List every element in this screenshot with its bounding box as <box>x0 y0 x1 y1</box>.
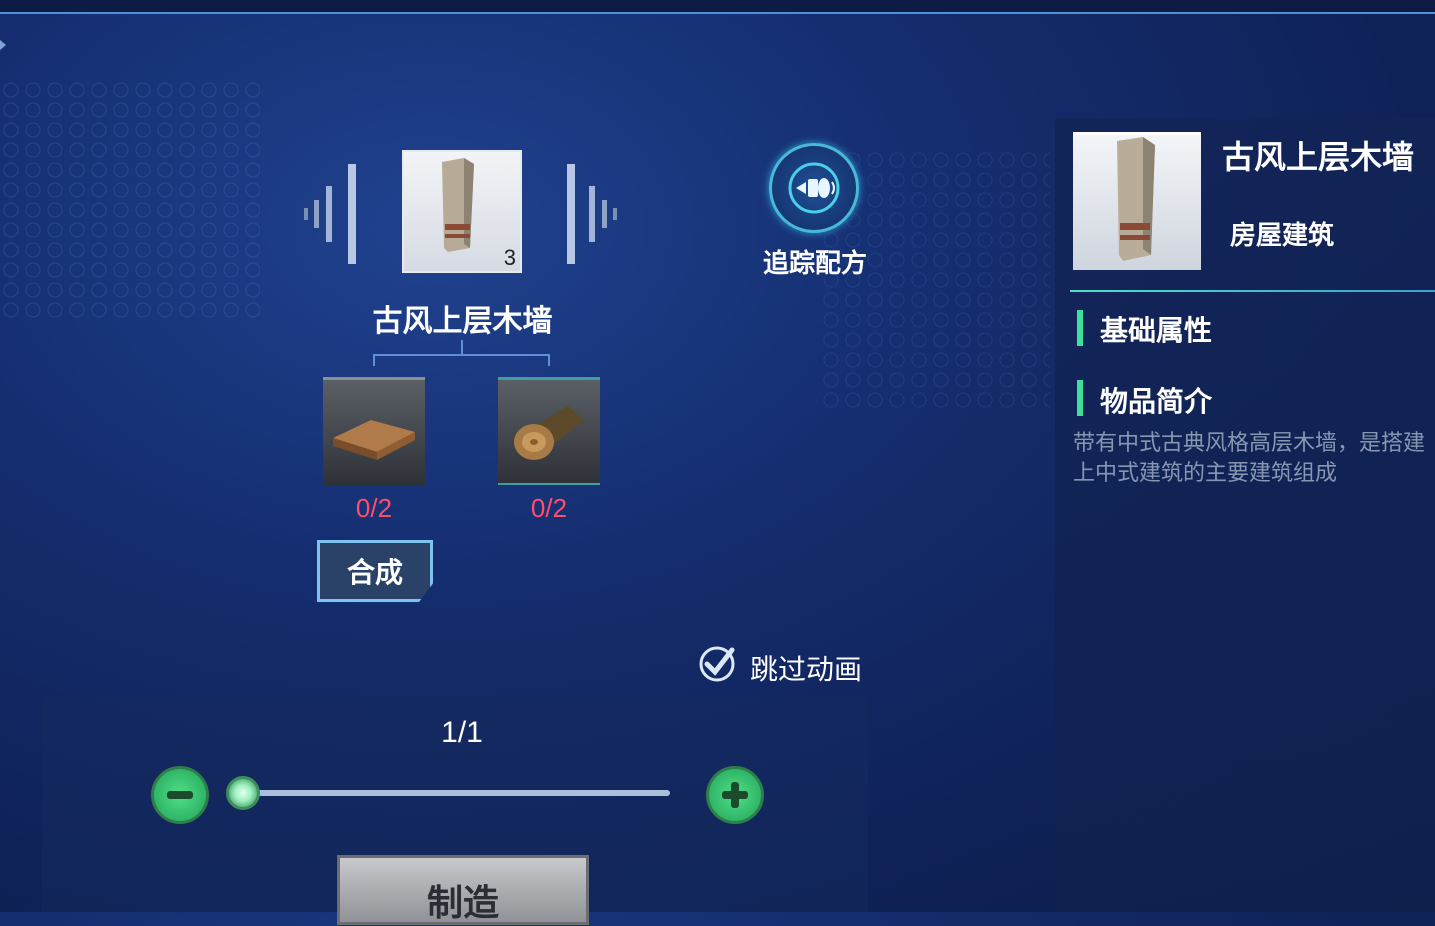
decrease-button[interactable] <box>151 766 209 824</box>
info-item-name: 古风上层木墙 <box>1222 138 1415 176</box>
description-title: 物品简介 <box>1100 385 1213 418</box>
material-progress: 0/2 <box>355 493 393 523</box>
quantity-slider[interactable] <box>245 790 670 796</box>
section-marker <box>1077 310 1083 346</box>
divider <box>1070 290 1435 292</box>
item-description: 带有中式古典风格高层木墙，是搭建 上中式建筑的主要建筑组成 <box>1073 431 1426 486</box>
plus-icon <box>722 782 748 808</box>
material-card-plank[interactable] <box>323 377 425 485</box>
make-button[interactable]: 制造 <box>337 855 589 925</box>
quantity-ratio: 1/1 <box>441 716 483 749</box>
wood-log-icon <box>514 406 584 460</box>
tree-connector <box>548 354 550 366</box>
synthesize-button[interactable]: 合成 <box>317 540 433 602</box>
left-bars-decoration <box>304 164 356 264</box>
info-item-category: 房屋建筑 <box>1230 221 1335 251</box>
expand-arrow-icon[interactable] <box>0 40 6 50</box>
slider-handle[interactable] <box>226 776 260 810</box>
increase-button[interactable] <box>706 766 764 824</box>
megaphone-icon <box>788 162 840 214</box>
wooden-wall-icon <box>1117 137 1155 261</box>
product-item-card[interactable]: 3 <box>402 150 522 273</box>
hex-pattern-decoration <box>0 80 260 320</box>
right-bars-decoration <box>567 164 617 264</box>
section-marker <box>1077 380 1083 416</box>
product-title: 古风上层木墙 <box>372 304 553 339</box>
wooden-wall-icon <box>442 158 474 252</box>
material-progress: 0/2 <box>530 493 568 523</box>
tree-connector <box>373 354 550 356</box>
skip-animation-label: 跳过动画 <box>750 653 863 686</box>
info-item-card <box>1073 132 1201 270</box>
tree-connector <box>373 354 375 366</box>
track-recipe-button[interactable] <box>769 143 859 233</box>
product-count: 3 <box>503 245 516 270</box>
tree-connector <box>461 340 463 354</box>
checkbox-checked-icon[interactable] <box>698 644 736 682</box>
wood-plank-icon <box>333 420 415 460</box>
material-card-log[interactable] <box>498 377 600 485</box>
minus-icon <box>167 791 193 799</box>
basic-attributes-title: 基础属性 <box>1100 314 1213 347</box>
track-recipe-label: 追踪配方 <box>762 249 867 279</box>
top-bar <box>0 0 1435 14</box>
